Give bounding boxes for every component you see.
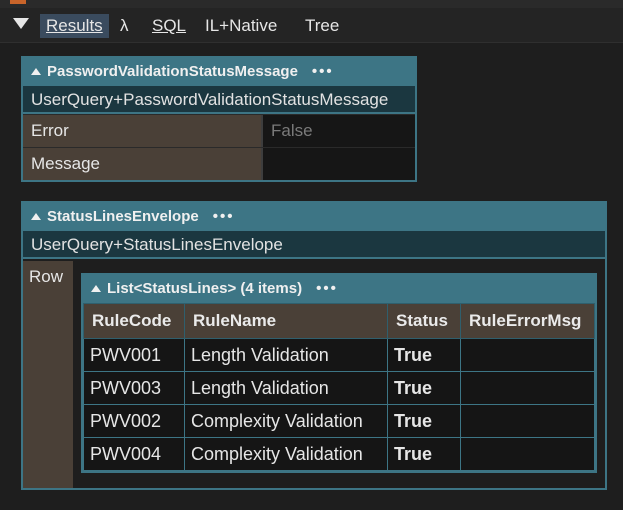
envelope-header[interactable]: StatusLinesEnvelope ••• — [23, 203, 605, 231]
collapse-caret-icon[interactable] — [91, 285, 101, 292]
cell-rulename: Complexity Validation — [184, 404, 388, 438]
field-key-message: Message — [23, 148, 261, 180]
results-toolbar: Results λ SQL IL+Native Tree — [0, 8, 623, 43]
list-title: List<StatusLines> (4 items) — [107, 280, 303, 297]
tab-lambda[interactable]: λ — [120, 14, 129, 38]
editor-marker — [10, 0, 26, 4]
cell-ruleerrormsg — [460, 437, 595, 471]
cell-rulecode: PWV003 — [83, 371, 185, 405]
collapse-caret-icon[interactable] — [31, 213, 41, 220]
cell-rulecode: PWV001 — [83, 338, 185, 372]
cell-rulecode: PWV002 — [83, 404, 185, 438]
envelope-title: StatusLinesEnvelope — [47, 208, 199, 225]
password-status-type-name: UserQuery+PasswordValidationStatusMessag… — [23, 86, 415, 114]
column-header-ruleerrormsg[interactable]: RuleErrorMsg — [460, 303, 595, 339]
cell-ruleerrormsg — [460, 404, 595, 438]
column-header-status[interactable]: Status — [387, 303, 461, 339]
password-status-header[interactable]: PasswordValidationStatusMessage ••• — [23, 58, 415, 86]
status-lines-table: RuleCode RuleName Status RuleErrorMsg PW… — [83, 303, 595, 471]
cell-status: True — [387, 371, 461, 405]
column-header-rulename[interactable]: RuleName — [184, 303, 388, 339]
row-label: Row — [23, 261, 73, 488]
cell-rulename: Length Validation — [184, 338, 388, 372]
field-value-error: False — [261, 115, 415, 147]
cell-ruleerrormsg — [460, 338, 595, 372]
password-status-box: PasswordValidationStatusMessage ••• UserQ… — [21, 56, 417, 182]
field-key-error: Error — [23, 115, 261, 147]
table-header-row: RuleCode RuleName Status RuleErrorMsg — [83, 303, 595, 339]
envelope-type-name: UserQuery+StatusLinesEnvelope — [23, 231, 605, 259]
cell-rulename: Complexity Validation — [184, 437, 388, 471]
table-row: PWV004 Complexity Validation True — [83, 437, 595, 471]
table-row: PWV003 Length Validation True — [83, 371, 595, 405]
list-header[interactable]: List<StatusLines> (4 items) ••• — [83, 275, 595, 303]
collapse-toggle-icon[interactable] — [13, 18, 29, 29]
cell-ruleerrormsg — [460, 371, 595, 405]
status-lines-list-box: List<StatusLines> (4 items) ••• RuleCode … — [81, 273, 597, 473]
status-lines-envelope-box: StatusLinesEnvelope ••• UserQuery+StatusL… — [21, 201, 607, 490]
column-header-rulecode[interactable]: RuleCode — [83, 303, 185, 339]
more-options-icon[interactable]: ••• — [213, 203, 235, 231]
tab-results[interactable]: Results — [40, 14, 109, 38]
field-value-message — [261, 148, 415, 180]
password-status-title: PasswordValidationStatusMessage — [47, 63, 298, 80]
more-options-icon[interactable]: ••• — [316, 275, 338, 303]
cell-rulename: Length Validation — [184, 371, 388, 405]
field-row-error: Error False — [23, 114, 415, 147]
tab-sql[interactable]: SQL — [152, 14, 186, 38]
more-options-icon[interactable]: ••• — [312, 58, 334, 86]
field-row-message: Message — [23, 147, 415, 180]
cell-status: True — [387, 338, 461, 372]
tab-il-native[interactable]: IL+Native — [205, 14, 277, 38]
table-row: PWV002 Complexity Validation True — [83, 404, 595, 438]
cell-status: True — [387, 437, 461, 471]
cell-status: True — [387, 404, 461, 438]
collapse-caret-icon[interactable] — [31, 68, 41, 75]
editor-strip — [0, 0, 623, 8]
tab-tree[interactable]: Tree — [305, 14, 339, 38]
cell-rulecode: PWV004 — [83, 437, 185, 471]
table-row: PWV001 Length Validation True — [83, 338, 595, 372]
